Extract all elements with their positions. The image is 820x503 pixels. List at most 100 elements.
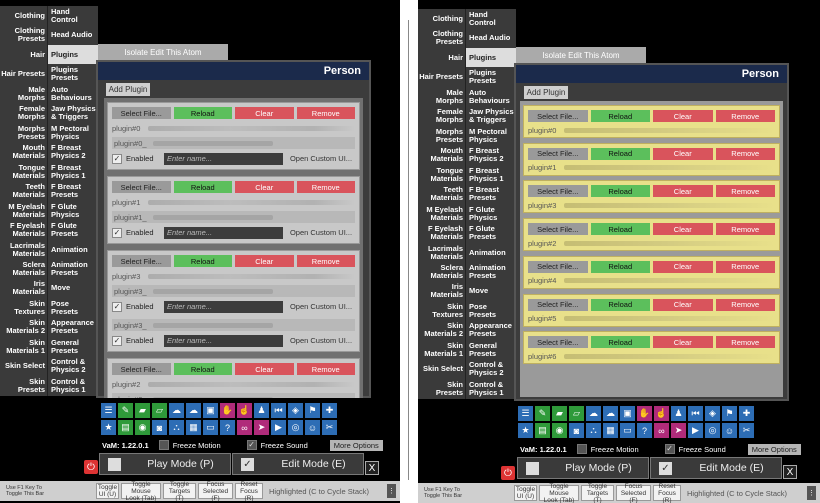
clear-button[interactable]: Clear [235,255,294,267]
tab-12-left[interactable]: Lacrimals Materials [418,242,466,263]
tab-11-left[interactable]: F Eyelash Materials [418,223,466,243]
tab-7-right[interactable]: F Breast Physics 2 [466,145,516,165]
edit-mode-button[interactable]: ✓ Edit Mode (E) [650,457,782,479]
tab-14-right[interactable]: Move [48,278,98,299]
link-icon[interactable]: ∞ [237,420,252,435]
tab-8-left[interactable]: Tongue Materials [418,164,466,185]
camera-photo-icon[interactable]: ◙ [569,423,584,438]
tab-9-right[interactable]: F Breast Presets [466,184,516,204]
tab-1-right[interactable]: Head Audio [466,28,516,48]
node-icon[interactable]: ⛬ [169,420,184,435]
tab-7-left[interactable]: Mouth Materials [0,142,48,162]
grid-icon[interactable]: ▦ [603,423,618,438]
reload-button[interactable]: Reload [590,147,650,160]
clear-button[interactable]: Clear [235,181,294,193]
select-file-button[interactable]: Select File... [112,181,171,193]
isolate-edit-button[interactable]: Isolate Edit This Atom [98,44,228,60]
close-icon[interactable]: X [365,461,379,475]
tab-3-left[interactable]: Hair Presets [0,64,48,84]
reload-button[interactable]: Reload [590,298,650,311]
camera-photo-icon[interactable]: ◙ [152,420,167,435]
remove-button[interactable]: Remove [715,185,775,198]
tab-5-left[interactable]: Female Morphs [0,103,48,123]
enabled-checkbox[interactable]: ✓ [112,153,122,164]
focus-selected-button[interactable]: Focus Selected (F) [616,483,651,503]
reload-button[interactable]: Reload [173,255,232,267]
name-input[interactable]: Enter name... [164,300,283,313]
reload-button[interactable]: Reload [173,363,232,375]
tab-2-left[interactable]: Hair [0,44,48,65]
tab-19-right[interactable]: Control & Physics 1 [48,376,98,396]
tab-1-left[interactable]: Clothing Presets [418,28,466,48]
tab-18-left[interactable]: Skin Select [418,359,466,380]
document-icon[interactable]: ▭ [203,420,218,435]
add-icon[interactable]: ✚ [322,403,337,418]
tab-11-right[interactable]: F Glute Presets [466,223,516,243]
tab-0-left[interactable]: Clothing [0,6,48,26]
tab-18-left[interactable]: Skin Select [0,356,48,377]
reset-focus-button[interactable]: Reset Focus (R) [653,483,681,503]
target-icon[interactable]: ◎ [705,423,720,438]
tab-12-right[interactable]: Animation [466,242,516,263]
reload-button[interactable]: Reload [590,223,650,236]
skip-back-icon[interactable]: ⏮ [688,406,703,421]
cube-icon[interactable]: ◈ [705,406,720,421]
tab-15-left[interactable]: Skin Textures [0,298,48,318]
tab-6-left[interactable]: Morphs Presets [418,125,466,146]
tab-13-left[interactable]: Sclera Materials [418,262,466,282]
remove-button[interactable]: Remove [296,255,355,267]
tab-11-left[interactable]: F Eyelash Materials [0,220,48,240]
tools-icon[interactable]: ✂ [322,420,337,435]
freeze-motion-checkbox[interactable] [158,440,169,450]
tab-10-left[interactable]: M Eyelash Materials [418,203,466,224]
tab-14-left[interactable]: Iris Materials [418,281,466,302]
tab-9-right[interactable]: F Breast Presets [48,181,98,201]
tab-5-left[interactable]: Female Morphs [418,106,466,126]
clear-button[interactable]: Clear [653,336,713,349]
box-icon[interactable]: ▣ [620,406,635,421]
edit-icon[interactable]: ✎ [535,406,550,421]
hand-point-icon[interactable]: ☝ [654,406,669,421]
tab-13-left[interactable]: Sclera Materials [0,259,48,279]
hand-point-icon[interactable]: ☝ [237,403,252,418]
plugin-list-area[interactable]: Select File... Reload Clear Remove plugin#0 S… [520,101,783,397]
remove-button[interactable]: Remove [715,298,775,311]
play-icon[interactable]: ▶ [271,420,286,435]
star-icon[interactable]: ★ [518,423,533,438]
tab-2-left[interactable]: Hair [418,47,466,68]
cloud-download-icon[interactable]: ☁ [603,406,618,421]
enabled-checkbox[interactable]: ✓ [112,301,122,312]
tab-5-right[interactable]: Jaw Physics & Triggers [466,106,516,126]
remove-button[interactable]: Remove [296,181,355,193]
tab-10-left[interactable]: M Eyelash Materials [0,200,48,221]
remove-button[interactable]: Remove [296,363,355,375]
toggle-targets-button[interactable]: Toggle Targets (T) [581,483,614,503]
tab-13-right[interactable]: Animation Presets [48,259,98,279]
skip-back-icon[interactable]: ⏮ [271,403,286,418]
close-icon[interactable]: X [783,465,797,479]
open-custom-ui-button[interactable]: Open Custom UI... [287,228,355,237]
tab-16-left[interactable]: Skin Materials 2 [418,320,466,341]
clear-button[interactable]: Clear [653,185,713,198]
flag-icon[interactable]: ⚑ [305,403,320,418]
isolate-edit-button[interactable]: Isolate Edit This Atom [516,47,646,63]
select-file-button[interactable]: Select File... [528,298,588,311]
cloud-upload-icon[interactable]: ☁ [586,406,601,421]
tab-19-right[interactable]: Control & Physics 1 [466,379,516,399]
select-file-button[interactable]: Select File... [112,255,171,267]
add-plugin-button[interactable]: Add Plugin [524,86,568,99]
tab-9-left[interactable]: Teeth Materials [418,184,466,204]
tab-16-left[interactable]: Skin Materials 2 [0,317,48,338]
more-options-button[interactable]: More Options [329,439,383,451]
clear-button[interactable]: Clear [653,110,713,122]
clear-button[interactable]: Clear [653,147,713,160]
tab-15-right[interactable]: Pose Presets [466,301,516,321]
open-custom-ui-button[interactable]: Open Custom UI... [287,302,355,311]
clear-button[interactable]: Clear [235,107,294,119]
tab-3-right[interactable]: Plugins Presets [48,64,98,84]
remove-button[interactable]: Remove [715,223,775,236]
node-icon[interactable]: ⛬ [586,423,601,438]
user-icon[interactable]: ♟ [254,403,269,418]
tab-12-left[interactable]: Lacrimals Materials [0,239,48,260]
tab-1-right[interactable]: Head Audio [48,25,98,45]
